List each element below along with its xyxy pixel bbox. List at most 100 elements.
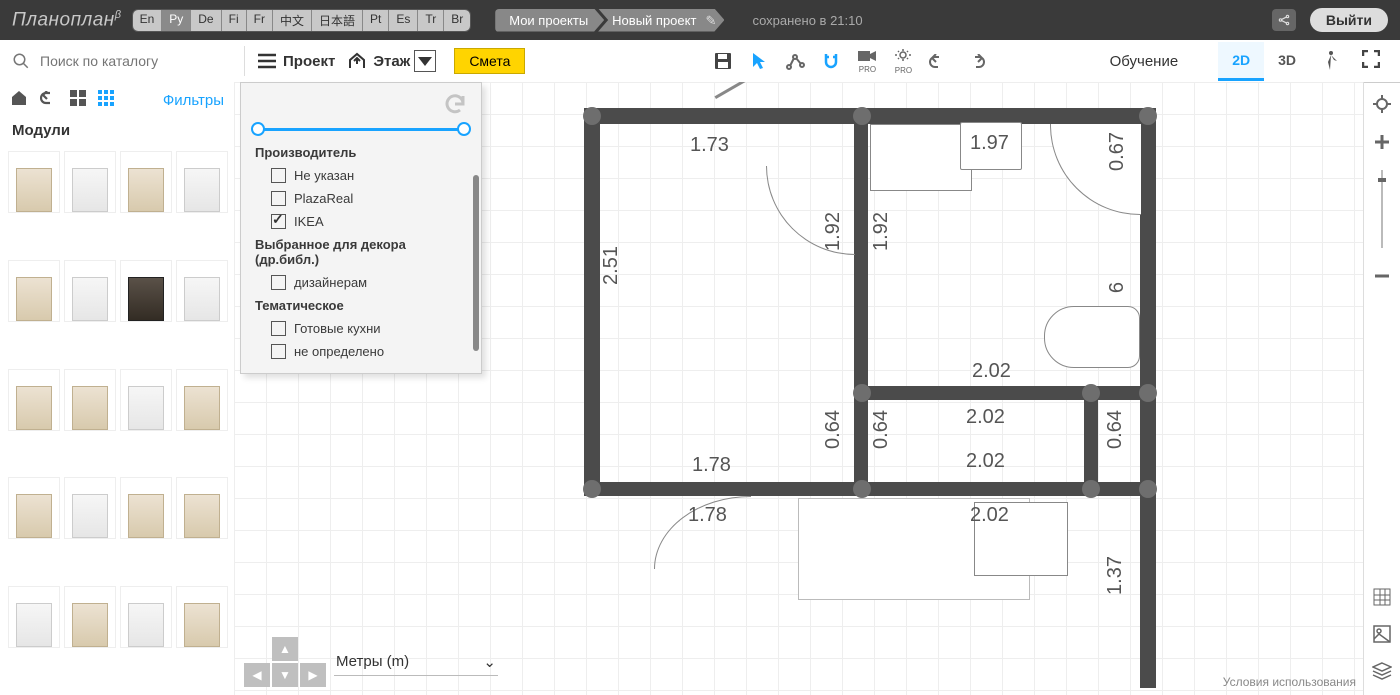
module-thumb[interactable] — [8, 260, 60, 322]
module-thumb[interactable] — [176, 151, 228, 213]
fullscreen-icon[interactable] — [1362, 50, 1384, 72]
grid-toggle-icon[interactable] — [1373, 588, 1391, 611]
camera-pro-icon[interactable]: PRO — [853, 47, 881, 75]
filter-option[interactable]: дизайнерам — [241, 271, 481, 294]
tab-2d[interactable]: 2D — [1218, 42, 1264, 81]
lang-Fr[interactable]: Fr — [247, 10, 273, 31]
exit-button[interactable]: Выйти — [1310, 8, 1388, 32]
module-thumb[interactable] — [64, 260, 116, 322]
zoom-slider[interactable] — [1378, 170, 1386, 253]
pan-left[interactable]: ◀ — [244, 663, 270, 687]
floorplan[interactable]: 1.73 1.97 0.67 2.51 1.92 1.92 2.02 6 1.7… — [584, 96, 1164, 676]
filter-option-label: Готовые кухни — [294, 321, 381, 336]
lang-Br[interactable]: Br — [444, 10, 470, 31]
furniture-toilet[interactable] — [1044, 306, 1140, 368]
module-thumb[interactable] — [64, 586, 116, 648]
estimate-button[interactable]: Смета — [454, 48, 525, 74]
share-icon[interactable] — [1272, 9, 1296, 31]
project-menu[interactable]: Проект — [257, 53, 335, 70]
breadcrumb-current[interactable]: Новый проект✎ — [598, 9, 724, 32]
module-thumb[interactable] — [8, 586, 60, 648]
pencil-icon[interactable]: ✎ — [706, 13, 717, 29]
lang-En[interactable]: En — [133, 10, 163, 31]
pan-down[interactable]: ▼ — [272, 663, 298, 687]
grid-large-icon[interactable] — [70, 90, 86, 111]
dim-label: 1.37 — [1104, 556, 1127, 595]
training-link[interactable]: Обучение — [1110, 53, 1179, 70]
module-thumb[interactable] — [64, 369, 116, 431]
filter-option[interactable]: Не указан — [241, 164, 481, 187]
save-icon[interactable] — [709, 47, 737, 75]
checkbox-icon — [271, 321, 286, 336]
top-bar: Планопланβ EnРуDeFiFr中文日本語PtEsTrBr Мои п… — [0, 0, 1400, 40]
catalog-search[interactable] — [12, 52, 238, 70]
lang-Es[interactable]: Es — [389, 10, 418, 31]
module-thumb[interactable] — [120, 260, 172, 322]
filters-link[interactable]: Фильтры — [163, 92, 224, 109]
view-tabs: 2D 3D — [1218, 42, 1342, 81]
redo-icon[interactable] — [961, 47, 989, 75]
floor-menu[interactable]: Этаж — [347, 50, 436, 72]
layers-icon[interactable] — [1372, 662, 1392, 685]
module-thumb[interactable] — [120, 586, 172, 648]
target-icon[interactable] — [1372, 94, 1392, 119]
terms-link[interactable]: Условия использования — [1223, 675, 1356, 689]
filter-scrollbar[interactable] — [473, 175, 479, 351]
image-export-icon[interactable] — [1373, 625, 1391, 648]
lang-Fi[interactable]: Fi — [222, 10, 247, 31]
zoom-in-icon[interactable] — [1373, 133, 1391, 156]
tab-3d[interactable]: 3D — [1264, 42, 1310, 81]
pan-up[interactable]: ▲ — [272, 637, 298, 661]
undo-icon[interactable] — [925, 47, 953, 75]
module-thumb[interactable] — [120, 151, 172, 213]
module-thumb[interactable] — [176, 477, 228, 539]
lang-De[interactable]: De — [191, 10, 221, 31]
grid-small-icon[interactable] — [98, 90, 114, 111]
module-thumb[interactable] — [176, 260, 228, 322]
zoom-out-icon[interactable] — [1373, 267, 1391, 290]
breadcrumb-root[interactable]: Мои проекты — [495, 9, 604, 32]
lang-Tr[interactable]: Tr — [418, 10, 444, 31]
module-thumb[interactable] — [120, 477, 172, 539]
furniture-rect[interactable] — [870, 124, 972, 191]
checkbox-icon — [271, 168, 286, 183]
lang-中文[interactable]: 中文 — [273, 10, 312, 31]
module-thumb[interactable] — [8, 477, 60, 539]
lang-Ру[interactable]: Ру — [162, 10, 191, 31]
pointer-tool-icon[interactable] — [745, 47, 773, 75]
hamburger-icon — [257, 53, 277, 69]
module-thumb[interactable] — [64, 477, 116, 539]
filter-option[interactable]: IKEA — [241, 210, 481, 233]
sidebar-controls: Фильтры — [0, 82, 234, 118]
module-thumb[interactable] — [8, 151, 60, 213]
dim-label: 1.78 — [692, 454, 731, 477]
back-icon[interactable] — [40, 91, 58, 110]
filter-option[interactable]: Готовые кухни — [241, 317, 481, 340]
module-thumb[interactable] — [64, 151, 116, 213]
module-thumb[interactable] — [120, 369, 172, 431]
filter-option-label: не определено — [294, 344, 384, 359]
light-pro-icon[interactable]: PRO — [889, 47, 917, 75]
polyline-tool-icon[interactable] — [781, 47, 809, 75]
filter-panel: Производитель Не указанPlazaRealIKEA Выб… — [240, 82, 482, 374]
filter-option[interactable]: не определено — [241, 340, 481, 363]
language-switcher[interactable]: EnРуDeFiFr中文日本語PtEsTrBr — [132, 9, 472, 32]
magnet-snap-icon[interactable] — [817, 47, 845, 75]
module-thumb[interactable] — [176, 586, 228, 648]
home-icon[interactable] — [10, 90, 28, 111]
floor-dropdown-icon[interactable] — [414, 50, 436, 72]
unit-select[interactable]: Метры (m)⌄ — [334, 649, 498, 676]
walk-view-icon[interactable] — [1318, 49, 1342, 73]
module-thumb[interactable] — [176, 369, 228, 431]
pan-right[interactable]: ▶ — [300, 663, 326, 687]
dim-label: 0.64 — [822, 410, 845, 449]
module-thumb[interactable] — [8, 369, 60, 431]
dim-label: 2.02 — [972, 360, 1011, 383]
dim-label: 2.02 — [966, 406, 1005, 429]
search-input[interactable] — [38, 52, 212, 70]
lang-日本語[interactable]: 日本語 — [312, 10, 363, 31]
lang-Pt[interactable]: Pt — [363, 10, 389, 31]
filter-option[interactable]: PlazaReal — [241, 187, 481, 210]
reload-icon[interactable] — [443, 92, 467, 119]
filter-slider[interactable] — [255, 127, 467, 131]
